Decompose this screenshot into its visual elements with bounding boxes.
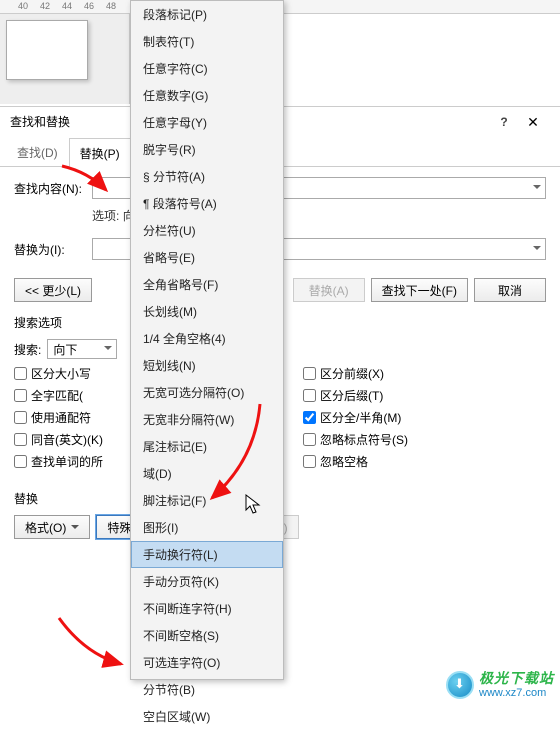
replace-with-label: 替换为(I): xyxy=(14,241,92,258)
less-button[interactable]: << 更少(L) xyxy=(14,278,92,302)
search-direction-value: 向下 xyxy=(53,341,77,358)
menu-item-em-dash[interactable]: 长划线(M) xyxy=(131,298,283,325)
menu-item-full-ellipsis[interactable]: 全角省略号(F) xyxy=(131,271,283,298)
menu-item-any-digit[interactable]: 任意数字(G) xyxy=(131,82,283,109)
watermark: 极光下载站 www.xz7.com xyxy=(446,671,554,699)
chk-prefix[interactable]: 区分前缀(X) xyxy=(303,365,408,382)
menu-item-paragraph-mark[interactable]: 段落标记(P) xyxy=(131,1,283,28)
chk-ignore-punct[interactable]: 忽略标点符号(S) xyxy=(303,431,408,448)
options-label: 选项: xyxy=(92,209,119,223)
menu-item-quarter-em-space[interactable]: 1/4 全角空格(4) xyxy=(131,325,283,352)
chk-ignore-space[interactable]: 忽略空格 xyxy=(303,453,408,470)
chk-suffix[interactable]: 区分后缀(T) xyxy=(303,387,408,404)
thumbnail-pane xyxy=(0,14,130,104)
close-button[interactable]: ✕ xyxy=(516,107,550,137)
menu-item-tab[interactable]: 制表符(T) xyxy=(131,28,283,55)
watermark-url: www.xz7.com xyxy=(479,687,554,699)
menu-item-en-dash[interactable]: 短划线(N) xyxy=(131,352,283,379)
menu-item-optional-hyphen[interactable]: 可选连字符(O) xyxy=(131,649,283,676)
chk-use-wildcards[interactable]: 使用通配符 xyxy=(14,409,103,426)
chk-sounds-like[interactable]: 同音(英文)(K) xyxy=(14,431,103,448)
special-format-menu: 段落标记(P) 制表符(T) 任意字符(C) 任意数字(G) 任意字母(Y) 脱… xyxy=(130,0,284,680)
mouse-cursor-icon xyxy=(245,494,263,519)
menu-item-para-symbol[interactable]: ¶ 段落符号(A) xyxy=(131,190,283,217)
menu-item-section-symbol[interactable]: § 分节符(A) xyxy=(131,163,283,190)
chk-whole-word[interactable]: 全字匹配( xyxy=(14,387,103,404)
menu-item-nonbreak-space[interactable]: 不间断空格(S) xyxy=(131,622,283,649)
ruler-tick: 48 xyxy=(106,1,116,11)
annotation-arrow xyxy=(58,162,118,205)
menu-item-section-break[interactable]: 分节符(B) xyxy=(131,676,283,703)
menu-item-ellipsis[interactable]: 省略号(E) xyxy=(131,244,283,271)
menu-item-manual-page-break[interactable]: 手动分页符(K) xyxy=(131,568,283,595)
ruler-tick: 42 xyxy=(40,1,50,11)
format-dropdown-button[interactable]: 格式(O) xyxy=(14,515,90,539)
chk-full-half-width[interactable]: 区分全/半角(M) xyxy=(303,409,408,426)
menu-item-nonbreak-hyphen[interactable]: 不间断连字符(H) xyxy=(131,595,283,622)
cancel-button[interactable]: 取消 xyxy=(474,278,546,302)
ruler-tick: 46 xyxy=(84,1,94,11)
menu-item-manual-line-break[interactable]: 手动换行符(L) xyxy=(131,541,283,568)
chk-word-forms[interactable]: 查找单词的所 xyxy=(14,453,103,470)
chk-match-case[interactable]: 区分大小写 xyxy=(14,365,103,382)
help-button[interactable]: ? xyxy=(492,107,516,137)
menu-item-any-letter[interactable]: 任意字母(Y) xyxy=(131,109,283,136)
search-direction-combo[interactable]: 向下 xyxy=(47,339,117,359)
watermark-logo-icon xyxy=(446,671,474,699)
watermark-name: 极光下载站 xyxy=(479,671,554,686)
ruler-tick: 40 xyxy=(18,1,28,11)
page-thumbnail[interactable] xyxy=(6,20,88,80)
menu-item-whitespace[interactable]: 空白区域(W) xyxy=(131,703,283,730)
menu-item-column-break[interactable]: 分栏符(U) xyxy=(131,217,283,244)
ruler-tick: 44 xyxy=(62,1,72,11)
replace-button[interactable]: 替换(A) xyxy=(293,278,365,302)
find-next-button[interactable]: 查找下一处(F) xyxy=(371,278,468,302)
search-direction-label: 搜索: xyxy=(14,341,41,358)
menu-item-any-char[interactable]: 任意字符(C) xyxy=(131,55,283,82)
annotation-arrow xyxy=(55,614,135,677)
menu-item-caret[interactable]: 脱字号(R) xyxy=(131,136,283,163)
